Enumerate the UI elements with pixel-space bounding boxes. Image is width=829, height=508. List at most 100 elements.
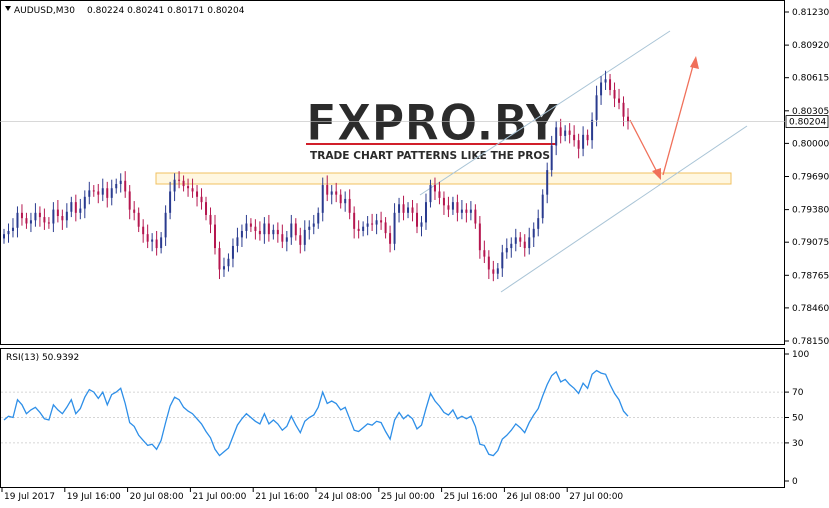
candle-body [326, 185, 329, 195]
candle-body [627, 116, 629, 123]
candle-body [196, 191, 199, 197]
watermark-rule [306, 143, 556, 145]
symbol-label: AUDUSD,M30 [14, 6, 75, 16]
candle-body [483, 250, 486, 257]
candle-body [541, 194, 544, 219]
candle-body [456, 202, 459, 213]
candle-body [74, 202, 77, 213]
candle-body [438, 191, 441, 198]
candle-body [514, 237, 517, 244]
candle-body [160, 237, 163, 249]
candle-body [88, 190, 91, 197]
candle-body [169, 191, 172, 213]
candle-body [442, 197, 445, 206]
candle-body [146, 234, 149, 242]
time-tick-label: 19 Jul 2017 [4, 492, 55, 502]
candle-body [285, 237, 288, 242]
candle-body [492, 269, 495, 274]
candle-body [618, 98, 621, 103]
candle-body [532, 228, 535, 238]
candle-body [371, 223, 374, 225]
candle-body [523, 241, 526, 249]
candle-body [577, 140, 580, 149]
candle-body [200, 196, 203, 203]
candle-body [348, 198, 351, 213]
price-axis: 0.812300.809200.806150.803050.800000.796… [785, 8, 829, 347]
candle-body [559, 127, 562, 136]
ohlc-values: 0.80224 0.80241 0.80171 0.80204 [87, 6, 245, 16]
candle-body [496, 268, 499, 274]
candle-body [609, 79, 612, 90]
time-tick-label: 27 Jul 00:00 [569, 492, 623, 502]
rsi-label: RSI(13) 50.9392 [6, 353, 79, 363]
candle-body [119, 180, 122, 184]
current-price-label: 0.80204 [789, 118, 826, 128]
rsi-panel-frame [0, 348, 785, 488]
candle-body [591, 119, 594, 141]
candle-body [555, 127, 558, 146]
candle-body [447, 205, 450, 210]
candle-body [164, 212, 167, 238]
candle-body [411, 207, 414, 213]
candle-body [7, 230, 10, 235]
price-tick-label: 0.79690 [792, 173, 829, 183]
candle-body [460, 209, 463, 213]
candle-body [209, 214, 212, 225]
candle-body [501, 252, 504, 269]
candle-body [312, 223, 315, 227]
candle-body [240, 230, 243, 238]
time-tick-label: 25 Jul 16:00 [444, 492, 498, 502]
candle-body [317, 212, 320, 224]
candle-body [564, 130, 567, 136]
price-tick-label: 0.80920 [792, 41, 829, 51]
rsi-tick-label: 50 [792, 414, 804, 424]
candle-body [519, 237, 522, 242]
price-tick-label: 0.81230 [792, 8, 829, 18]
price-tick-label: 0.79380 [792, 206, 829, 216]
rsi-tick-label: 30 [792, 439, 804, 449]
candle-body [424, 202, 427, 223]
watermark-tagline: TRADE CHART PATTERNS LIKE THE PROS [310, 149, 550, 162]
candle-body [155, 239, 158, 249]
candle-body [528, 237, 531, 249]
candle-body [110, 188, 113, 198]
rsi-axis: 100 70 50 30 0 [785, 350, 809, 487]
watermark: FXPRO.BY TRADE CHART PATTERNS LIKE THE P… [305, 94, 563, 166]
candle-body [151, 239, 154, 242]
candle-body [79, 208, 82, 213]
candle-body [613, 89, 616, 99]
candle-body [43, 217, 46, 223]
candle-body [133, 209, 136, 213]
rsi-tick-label: 70 [792, 388, 804, 398]
candle-body [375, 220, 378, 225]
price-tick-label: 0.80615 [792, 74, 829, 84]
candle-body [357, 228, 360, 231]
candle-body [586, 134, 589, 141]
time-tick-label: 19 Jul 16:00 [67, 492, 121, 502]
candle-body [65, 211, 68, 221]
candle-body [568, 130, 571, 135]
candle-body [272, 229, 275, 235]
time-tick-label: 25 Jul 00:00 [381, 492, 435, 502]
chart-canvas: FXPRO.BY TRADE CHART PATTERNS LIKE THE P… [0, 0, 829, 502]
candle-body [29, 220, 32, 224]
candle-body [546, 170, 549, 195]
candle-body [276, 229, 279, 235]
candle-body [595, 95, 598, 120]
time-tick-label: 24 Jul 08:00 [318, 492, 372, 502]
candle-body [487, 256, 490, 270]
candle-body [137, 212, 140, 227]
candle-body [366, 223, 369, 227]
candle-body [191, 188, 194, 192]
candle-body [218, 248, 221, 270]
time-tick-label: 20 Jul 08:00 [130, 492, 184, 502]
candle-body [254, 226, 257, 231]
candle-body [70, 202, 73, 212]
candle-body [380, 220, 383, 223]
time-axis: 19 Jul 2017 19 Jul 16:00 20 Jul 08:00 21 Ju… [1, 488, 623, 502]
candle-body [407, 207, 410, 213]
candle-body [393, 212, 396, 244]
candle-body [258, 230, 261, 235]
candle-body [97, 191, 100, 195]
candle-body [142, 226, 145, 235]
